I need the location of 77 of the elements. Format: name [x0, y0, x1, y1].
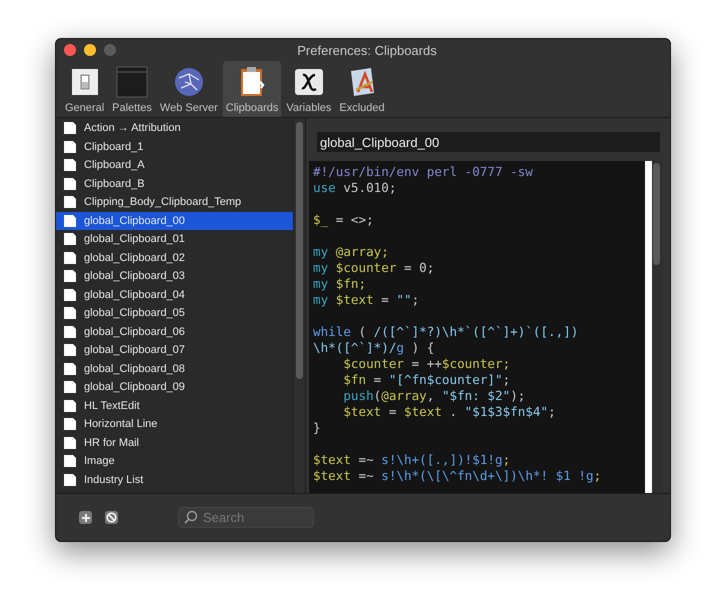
- code-editor[interactable]: [309, 161, 652, 493]
- clipboard-item[interactable]: Clipboard_1: [56, 138, 293, 156]
- clipboard-item[interactable]: Industry List: [56, 470, 293, 489]
- clipboard-item[interactable]: Clipping_Body_Clipboard_Temp: [56, 193, 293, 212]
- document-icon: [63, 454, 77, 468]
- document-icon: [63, 158, 77, 172]
- code-line: my @array;: [313, 243, 389, 260]
- toolbar-tab[interactable]: Variables: [283, 61, 334, 117]
- clipboard-item[interactable]: global_Clipboard_09: [56, 378, 293, 396]
- search-icon: [184, 510, 198, 524]
- document-icon: [63, 195, 77, 210]
- clipboard-item[interactable]: global_Clipboard_08: [56, 360, 293, 378]
- clipboard-item[interactable]: HL TextEdit: [56, 396, 293, 415]
- code-line: $_ = <>;: [313, 211, 374, 228]
- clipboard-item[interactable]: global_Clipboard_06: [56, 322, 293, 341]
- clipboard-item[interactable]: Horizontal Line: [56, 415, 293, 434]
- clipboard-item[interactable]: HR for Mail: [56, 434, 293, 452]
- document-icon: [63, 288, 77, 302]
- code-line: #!/usr/bin/env perl -0777 -sw: [313, 164, 533, 180]
- document-icon: [63, 269, 77, 284]
- clipboard-name-field[interactable]: global_Clipboard_00: [317, 132, 660, 152]
- document-icon: [63, 324, 77, 339]
- code-line: push(@array, "$fn: $2");: [342, 388, 526, 404]
- code-line: while ( /([^`]*?)\h*`([^`]+)`([.,]): [313, 323, 578, 340]
- clipboard-item[interactable]: Clipboard_B: [56, 174, 293, 193]
- clipboard-item[interactable]: global_Clipboard_05: [56, 304, 293, 322]
- document-icon: [63, 140, 77, 154]
- code-line: \h*([^`]*)/g ) {: [313, 340, 434, 356]
- document-icon: [63, 214, 77, 228]
- document-icon: [63, 362, 77, 376]
- clipboard-item[interactable]: global_Clipboard_00: [56, 212, 293, 230]
- toolbar-tab[interactable]: Clipboards: [222, 61, 282, 117]
- toolbar-tab[interactable]: General: [62, 61, 108, 117]
- document-icon: [63, 472, 77, 487]
- code-line: $text = $text . "$1$3$fn$4";: [342, 404, 556, 420]
- code-line: $text =~ s!\h+([.,])!$1!g;: [313, 451, 510, 468]
- document-icon: [63, 176, 77, 191]
- clipboard-item[interactable]: global_Clipboard_07: [56, 341, 293, 360]
- document-icon: [63, 232, 77, 246]
- clipboard-item[interactable]: Action → Attribution: [56, 119, 293, 138]
- code-line: use v5.010;: [313, 180, 396, 196]
- document-icon: [63, 380, 77, 394]
- toolbar-tab[interactable]: Excluded: [336, 61, 388, 117]
- code-line: $fn = "[^fn$counter]";: [342, 372, 510, 388]
- clipboard-item[interactable]: Image: [56, 452, 293, 470]
- document-icon: [63, 250, 77, 265]
- clipboard-item[interactable]: global_Clipboard_02: [56, 248, 293, 267]
- toolbar-tab[interactable]: Palettes: [109, 61, 155, 117]
- clipboard-item[interactable]: global_Clipboard_03: [56, 267, 293, 286]
- remove-button[interactable]: [105, 511, 118, 524]
- code-line: $text =~ s!\h*(\[\^fn\d+\])\h*! $1 !g;: [313, 468, 602, 484]
- minimize-icon[interactable]: [84, 44, 96, 56]
- plus-icon: [80, 512, 90, 522]
- document-icon: [63, 436, 77, 450]
- document-icon: [63, 398, 77, 413]
- search-field[interactable]: Search: [178, 507, 314, 528]
- clipboard-item[interactable]: global_Clipboard_01: [56, 230, 293, 248]
- code-line: my $fn;: [313, 276, 366, 292]
- toolbar-tab[interactable]: Web Server: [156, 61, 221, 117]
- clipboard-item[interactable]: global_Clipboard_04: [56, 286, 293, 304]
- clipboard-item[interactable]: Clipboard_A: [56, 156, 293, 174]
- add-button[interactable]: [79, 511, 92, 524]
- code-line: my $counter = 0;: [313, 260, 434, 276]
- variable-x-icon: [292, 66, 325, 98]
- globe-icon: [172, 66, 205, 98]
- prohibited-icon: [106, 512, 117, 523]
- document-icon: [63, 417, 77, 432]
- code-line: my $text = "";: [313, 292, 420, 308]
- document-icon: [63, 121, 77, 136]
- code-line: }: [313, 420, 321, 436]
- code-line: $counter = ++$counter;: [342, 356, 510, 372]
- document-icon: [63, 306, 77, 320]
- document-icon: [63, 343, 77, 358]
- window-title: Preferences: Clipboards: [296, 42, 438, 58]
- dark-window-icon: [116, 66, 148, 98]
- scroll-bar[interactable]: [293, 118, 305, 493]
- close-icon[interactable]: [64, 44, 76, 56]
